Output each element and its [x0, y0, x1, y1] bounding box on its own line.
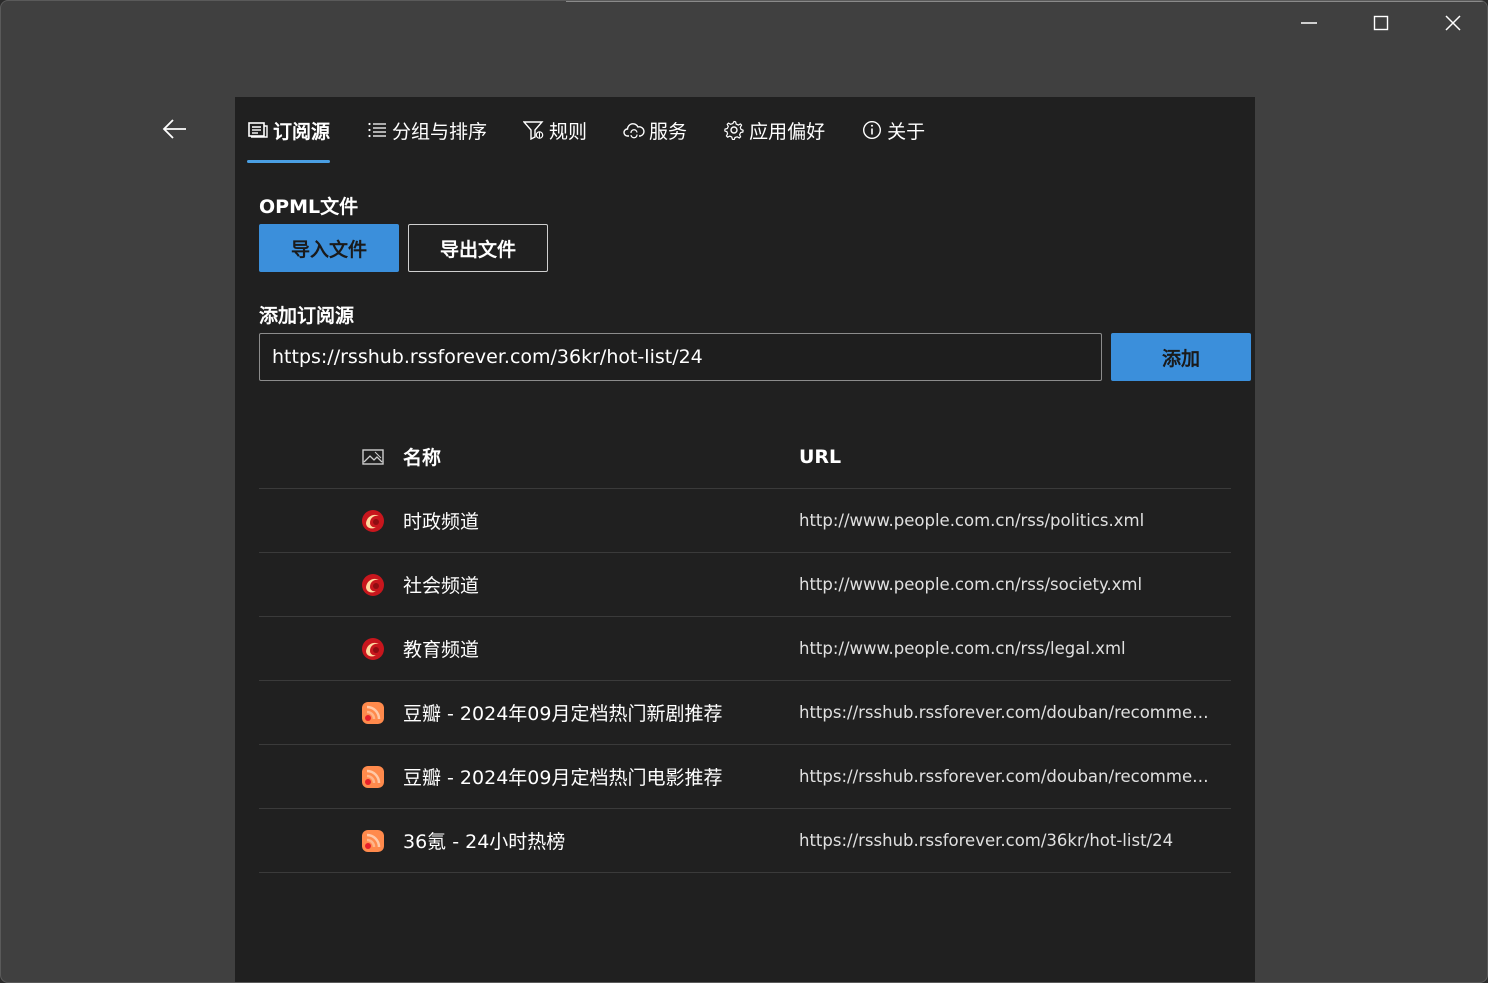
image-icon: [361, 445, 385, 469]
rss-icon: [361, 829, 385, 853]
feed-name: 时政频道: [403, 511, 480, 533]
rss-icon: [361, 701, 385, 725]
table-row[interactable]: 时政频道 http://www.people.com.cn/rss/politi…: [259, 489, 1231, 553]
settings-tabs: 订阅源 分组与排序 规则 服务 应用偏好 关于: [247, 113, 961, 163]
feed-name: 豆瓣 - 2024年09月定档热门新剧推荐: [403, 703, 723, 725]
filter-icon: [523, 119, 545, 141]
tab-label: 关于: [887, 120, 926, 143]
gear-icon: [723, 119, 745, 141]
feed-name: 豆瓣 - 2024年09月定档热门电影推荐: [403, 767, 723, 789]
close-button[interactable]: [1431, 7, 1475, 43]
settings-panel: 订阅源 分组与排序 规则 服务 应用偏好 关于 OPML文件 导入文件 导出文件…: [235, 97, 1255, 982]
close-icon: [1443, 13, 1463, 37]
people-daily-icon: [361, 509, 385, 533]
opml-section-title: OPML文件: [259, 196, 359, 218]
export-file-button[interactable]: 导出文件: [408, 224, 548, 272]
feed-url: https://rsshub.rssforever.com/douban/rec…: [799, 703, 1229, 722]
info-icon: [861, 119, 883, 141]
table-row[interactable]: 豆瓣 - 2024年09月定档热门新剧推荐 https://rsshub.rss…: [259, 681, 1231, 745]
feed-name: 社会频道: [403, 575, 480, 597]
back-button[interactable]: [153, 111, 197, 151]
feeds-table: 名称 URL 时政频道 http://www.people.com.cn/rss…: [259, 425, 1231, 873]
cloud-sync-icon: [623, 119, 645, 141]
arrow-left-icon: [162, 118, 188, 144]
maximize-button[interactable]: [1359, 7, 1403, 43]
feed-url: http://www.people.com.cn/rss/politics.xm…: [799, 511, 1145, 530]
rss-icon: [361, 765, 385, 789]
tab-label: 服务: [649, 120, 688, 143]
feed-url-input[interactable]: [259, 333, 1102, 381]
tab-label: 应用偏好: [749, 120, 826, 143]
import-file-button[interactable]: 导入文件: [259, 224, 399, 272]
tab-preferences[interactable]: 应用偏好: [723, 113, 825, 147]
people-daily-icon: [361, 573, 385, 597]
tab-feeds[interactable]: 订阅源: [247, 113, 331, 163]
table-row[interactable]: 36氪 - 24小时热榜 https://rsshub.rssforever.c…: [259, 809, 1231, 873]
tab-groups-sort[interactable]: 分组与排序: [366, 113, 487, 147]
table-row[interactable]: 社会频道 http://www.people.com.cn/rss/societ…: [259, 553, 1231, 617]
feed-icon: [247, 119, 269, 141]
minimize-button[interactable]: [1287, 7, 1331, 43]
tab-label: 订阅源: [273, 120, 331, 143]
maximize-icon: [1371, 13, 1391, 37]
table-row[interactable]: 豆瓣 - 2024年09月定档热门电影推荐 https://rsshub.rss…: [259, 745, 1231, 809]
tab-services[interactable]: 服务: [623, 113, 687, 147]
column-header-url[interactable]: URL: [799, 446, 1231, 468]
add-feed-button[interactable]: 添加: [1111, 333, 1251, 381]
table-header: 名称 URL: [259, 425, 1231, 489]
table-row[interactable]: 教育频道 http://www.people.com.cn/rss/legal.…: [259, 617, 1231, 681]
feed-url: http://www.people.com.cn/rss/society.xml: [799, 575, 1143, 594]
feed-name: 36氪 - 24小时热榜: [403, 831, 566, 853]
feed-url: http://www.people.com.cn/rss/legal.xml: [799, 639, 1126, 658]
feed-url: https://rsshub.rssforever.com/36kr/hot-l…: [799, 831, 1174, 850]
list-icon: [366, 119, 388, 141]
app-window: 订阅源 分组与排序 规则 服务 应用偏好 关于 OPML文件 导入文件 导出文件…: [0, 0, 1488, 983]
feed-name: 教育频道: [403, 639, 480, 661]
column-header-name[interactable]: 名称: [403, 443, 799, 470]
minimize-icon: [1299, 13, 1319, 37]
tab-label: 分组与排序: [392, 120, 488, 143]
title-bar-accent-line: [566, 1, 1486, 2]
tab-rules[interactable]: 规则: [523, 113, 587, 147]
tab-label: 规则: [549, 120, 588, 143]
tab-about[interactable]: 关于: [861, 113, 925, 147]
add-source-section-title: 添加订阅源: [259, 305, 355, 327]
feed-url: https://rsshub.rssforever.com/douban/rec…: [799, 767, 1229, 786]
people-daily-icon: [361, 637, 385, 661]
